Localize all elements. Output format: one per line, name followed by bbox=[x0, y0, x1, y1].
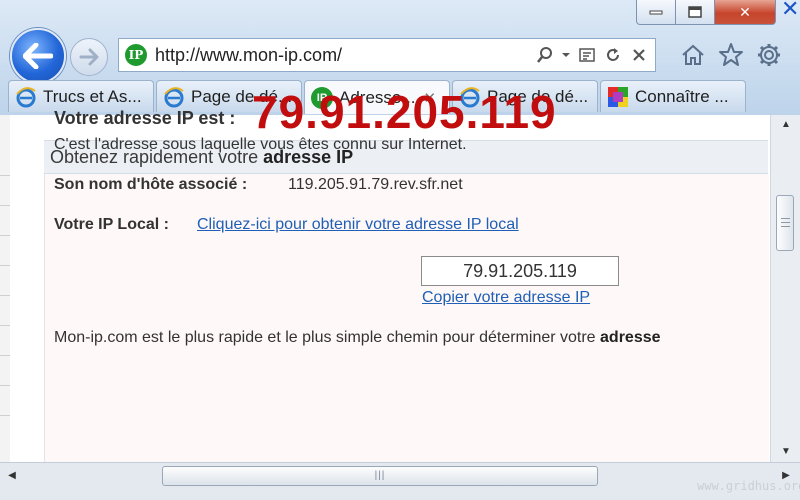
home-icon[interactable] bbox=[678, 40, 708, 70]
arrow-right-icon bbox=[79, 48, 99, 66]
watermark: www.gridhus.org bbox=[697, 479, 800, 493]
site-favicon: IP bbox=[125, 44, 147, 66]
hostname-label: Son nom d'hôte associé : bbox=[54, 176, 248, 193]
forward-button[interactable] bbox=[70, 38, 108, 76]
minimize-button[interactable] bbox=[636, 0, 676, 25]
horizontal-scroll-thumb[interactable]: ||| bbox=[162, 466, 598, 486]
ie-icon bbox=[16, 86, 36, 107]
page-content: Obtenez rapidement votre adresse IP bbox=[0, 115, 770, 462]
local-ip-link[interactable]: Cliquez-ici pour obtenir votre adresse I… bbox=[197, 216, 519, 234]
local-ip-label: Votre IP Local : bbox=[54, 216, 169, 233]
tab-label: Trucs et As... bbox=[43, 86, 142, 106]
refresh-icon[interactable] bbox=[603, 43, 623, 67]
ip-label: Votre adresse IP est : bbox=[54, 108, 236, 128]
close-icon: ✕ bbox=[739, 3, 751, 20]
compatibility-view-icon[interactable] bbox=[577, 43, 597, 67]
favorites-star-icon[interactable] bbox=[716, 40, 746, 70]
maximize-icon bbox=[688, 6, 702, 18]
arrow-left-icon bbox=[23, 43, 53, 69]
colorful-squares-icon bbox=[608, 86, 628, 107]
hostname-value: 119.205.91.79.rev.sfr.net bbox=[288, 176, 463, 193]
vertical-scrollbar[interactable]: ▲ ▼ bbox=[770, 115, 800, 462]
tab-label: Connaître ... bbox=[635, 86, 729, 106]
url-text[interactable]: http://www.mon-ip.com/ bbox=[155, 45, 342, 66]
ip-address-value: 79.91.205.119 bbox=[252, 86, 557, 138]
scroll-left-arrow[interactable]: ◀ bbox=[2, 466, 22, 486]
gear-icon[interactable] bbox=[754, 40, 784, 70]
address-bar[interactable]: IP http://www.mon-ip.com/ bbox=[118, 38, 656, 72]
scroll-up-arrow[interactable]: ▲ bbox=[771, 115, 800, 135]
back-button[interactable] bbox=[10, 28, 66, 84]
horizontal-scrollbar[interactable]: ◀ ||| ▶ bbox=[0, 462, 800, 500]
ie-icon bbox=[164, 86, 184, 107]
chevron-down-icon[interactable] bbox=[561, 43, 571, 67]
bottom-description: Mon-ip.com est le plus rapide et le plus… bbox=[54, 329, 661, 346]
left-margin-strip bbox=[0, 115, 10, 462]
stop-icon[interactable] bbox=[629, 43, 649, 67]
minimize-icon bbox=[649, 10, 663, 15]
close-window-button[interactable]: ✕ bbox=[714, 0, 776, 25]
vertical-scroll-thumb[interactable] bbox=[776, 195, 794, 251]
ip-copy-field[interactable] bbox=[421, 256, 619, 286]
maximize-button[interactable] bbox=[675, 0, 715, 25]
scroll-down-arrow[interactable]: ▼ bbox=[771, 442, 800, 462]
search-icon[interactable] bbox=[535, 43, 555, 67]
tab-connaitre[interactable]: Connaître ... bbox=[600, 80, 746, 112]
ip-description: C'est l'adresse sous laquelle vous êtes … bbox=[54, 136, 467, 153]
close-icon[interactable]: ✕ bbox=[781, 0, 799, 22]
copy-ip-link[interactable]: Copier votre adresse IP bbox=[422, 289, 590, 307]
